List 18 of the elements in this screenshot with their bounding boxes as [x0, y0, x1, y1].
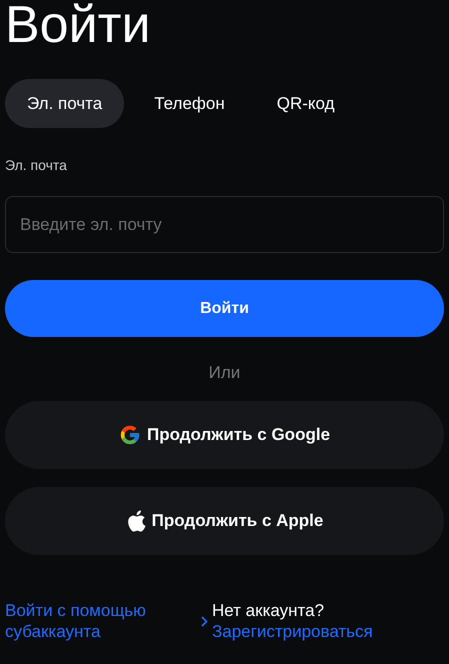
- divider-text: Или: [208, 363, 240, 383]
- button-label: Продолжить с Google: [146, 425, 330, 445]
- tab[interactable]: Эл. почта: [5, 79, 124, 128]
- button-label: Продолжить с Apple: [152, 511, 324, 531]
- apple-icon: [126, 510, 146, 532]
- apple-button[interactable]: Продолжить с Apple: [5, 487, 444, 555]
- chevron-icon: [201, 616, 208, 626]
- google-button[interactable]: Продолжить с Google: [5, 401, 444, 469]
- login-button[interactable]: Войти: [5, 280, 444, 337]
- signup-prompt: Нет аккаунта?: [212, 600, 326, 621]
- field-label: Эл. почта: [5, 157, 67, 173]
- signup-link[interactable]: Зарегистрироваться: [212, 621, 373, 642]
- email-field[interactable]: Введите эл. почту: [5, 196, 444, 253]
- tab[interactable]: Телефон: [132, 79, 247, 128]
- subaccount-link[interactable]: Войти с помощью субаккаунта: [5, 600, 195, 642]
- tab[interactable]: QR-код: [254, 79, 357, 128]
- page-title: Войти: [5, 0, 151, 56]
- google-icon: [118, 424, 141, 446]
